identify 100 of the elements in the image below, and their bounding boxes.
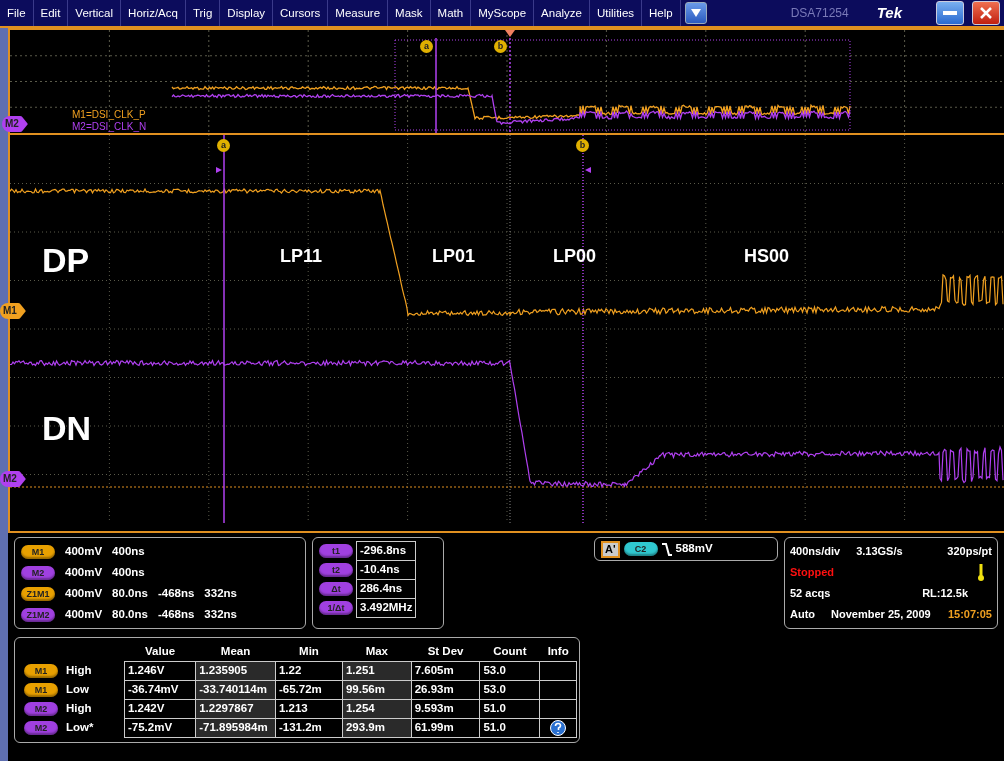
table-cell: -36.74mV <box>124 680 196 699</box>
column-header: Info <box>539 642 577 661</box>
readout-value: 400mV <box>65 606 103 622</box>
caret-icon <box>690 9 701 17</box>
more-menu-button[interactable] <box>684 2 707 24</box>
table-cell: 1.22 <box>275 661 343 680</box>
minimize-button[interactable] <box>936 1 964 25</box>
readout-value: 332ns <box>204 606 237 622</box>
channel-badge[interactable]: Z1M1 <box>21 586 55 601</box>
channel-badge[interactable]: M1 <box>24 663 58 678</box>
cursor-value: 286.4ns <box>356 579 416 599</box>
column-header: Max <box>342 642 412 661</box>
readout-value: 400ns <box>112 564 145 580</box>
table-cell: 26.93m <box>411 680 480 699</box>
state-label: LP11 <box>280 247 323 265</box>
channel-badge[interactable]: M1 <box>24 682 58 697</box>
table-cell: 53.0 <box>479 661 540 680</box>
channel-marker[interactable]: M2 <box>2 116 28 132</box>
measurement-name: Low <box>66 681 89 697</box>
cursor-label: a <box>420 40 433 53</box>
brand-logo: Tek <box>876 3 902 23</box>
record-length: RL:12.5k <box>922 586 968 602</box>
cursor-label: a <box>217 139 230 152</box>
acquisition-count: 52 acqs <box>790 586 831 602</box>
column-header: Value <box>124 642 196 661</box>
table-cell: 61.99m <box>411 718 480 737</box>
cursor-label: b <box>576 139 589 152</box>
menu-item[interactable]: File <box>0 0 34 26</box>
column-header: Mean <box>195 642 276 661</box>
table-cell: 51.0 <box>479 718 540 737</box>
menu-item[interactable]: Vertical <box>68 0 122 26</box>
cursor-arrow-icon <box>216 167 222 173</box>
channel-marker[interactable]: M1 <box>0 303 26 319</box>
readout-value: 400mV <box>65 585 103 601</box>
help-icon[interactable] <box>550 719 567 736</box>
table-cell: 1.242V <box>124 699 196 718</box>
trigger-position-icon <box>505 30 515 37</box>
menu-item[interactable]: Measure <box>328 0 389 26</box>
menu-item[interactable]: Analyze <box>534 0 590 26</box>
menu-item[interactable]: Help <box>642 0 681 26</box>
table-cell: -131.2m <box>275 718 343 737</box>
readout-value: 400mV <box>65 564 103 580</box>
menu-item[interactable]: Utilities <box>590 0 643 26</box>
channel-marker[interactable]: M2 <box>0 471 26 487</box>
close-icon <box>980 7 992 19</box>
menu-item[interactable]: MyScope <box>471 0 535 26</box>
table-cell: 9.593m <box>411 699 480 718</box>
close-button[interactable] <box>972 1 1000 25</box>
minimize-icon <box>943 11 957 15</box>
readout-value: 400ns <box>112 543 145 559</box>
readout-value: 332ns <box>204 585 237 601</box>
cursor-arrow-icon <box>585 167 591 173</box>
resolution: 320ps/pt <box>947 544 992 560</box>
trace-name: DP <box>42 243 90 277</box>
table-cell: 1.251 <box>342 661 412 680</box>
readout-value: -468ns <box>157 606 195 622</box>
table-cell: -75.2mV <box>124 718 196 737</box>
trigger-threshold: 588mV <box>675 541 713 557</box>
menu-item[interactable]: Mask <box>388 0 431 26</box>
acquisition-status: Stopped <box>790 565 834 581</box>
menu-item[interactable]: Cursors <box>273 0 329 26</box>
column-header: St Dev <box>411 642 480 661</box>
table-cell: 1.235905 <box>195 661 276 680</box>
table-cell: -65.72m <box>275 680 343 699</box>
acquisition-mode: Auto <box>790 607 816 623</box>
readout-value: -468ns <box>157 585 195 601</box>
zoom-box[interactable] <box>394 39 851 131</box>
state-label: LP01 <box>432 247 476 265</box>
channel-badge[interactable]: M1 <box>21 544 55 559</box>
trace-label: M2=DSI_CLK_N <box>72 122 147 132</box>
column-header: Count <box>479 642 540 661</box>
menu-item[interactable]: Display <box>220 0 274 26</box>
column-header: Min <box>275 642 343 661</box>
time: 15:07:05 <box>947 607 992 623</box>
readout-value: 80.0ns <box>112 606 148 622</box>
menu-item[interactable]: Horiz/Acq <box>121 0 186 26</box>
readout-value: 400mV <box>65 543 103 559</box>
model-label: DSA71254 <box>790 5 849 22</box>
trace-label: M1=DSI_CLK_P <box>72 110 146 120</box>
readout-value: 80.0ns <box>112 585 148 601</box>
trigger-label: A' <box>601 540 620 558</box>
menu-item[interactable]: Edit <box>33 0 69 26</box>
table-cell: 1.213 <box>275 699 343 718</box>
timebase: 400ns/div <box>790 544 841 560</box>
thermometer-icon <box>978 564 984 581</box>
cursor-label: b <box>494 40 507 53</box>
state-label: LP00 <box>553 247 597 265</box>
table-cell: 51.0 <box>479 699 540 718</box>
table-cell: 1.246V <box>124 661 196 680</box>
source-badge[interactable]: C2 <box>623 542 658 556</box>
menu-item[interactable]: Trig <box>185 0 221 26</box>
state-label: HS00 <box>744 247 790 265</box>
sample-rate: 3.13GS/s <box>856 544 903 560</box>
menu-item[interactable]: Math <box>430 0 472 26</box>
falling-edge-icon <box>661 542 672 556</box>
trace-name: DN <box>42 411 92 445</box>
cursor-line[interactable] <box>582 135 584 523</box>
table-cell: 53.0 <box>479 680 540 699</box>
cursor-value: 3.492MHz <box>356 598 416 618</box>
cursor-value: -296.8ns <box>356 541 416 561</box>
